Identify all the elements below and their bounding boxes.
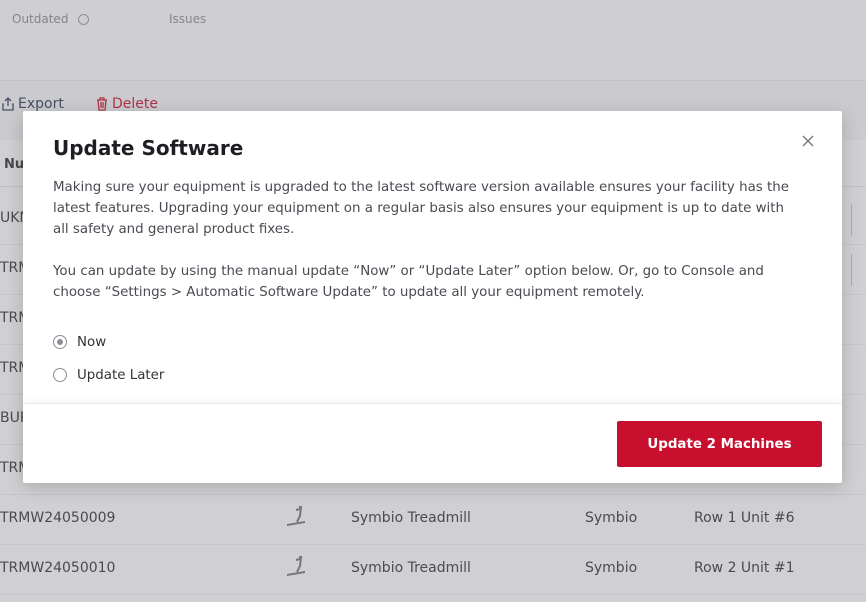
update-software-modal: Update Software Making sure your equipme… xyxy=(23,111,842,483)
modal-title: Update Software xyxy=(53,136,244,160)
radio-button-checked[interactable] xyxy=(53,335,67,349)
radio-label-update-later: Update Later xyxy=(77,367,165,383)
radio-button-unchecked[interactable] xyxy=(53,368,67,382)
update-timing-radio-group: Now Update Later xyxy=(53,332,164,398)
close-icon xyxy=(802,135,814,147)
modal-paragraph-1: Making sure your equipment is upgraded t… xyxy=(53,180,789,237)
radio-option-update-later[interactable]: Update Later xyxy=(53,365,164,385)
close-button[interactable] xyxy=(800,133,816,149)
radio-label-now: Now xyxy=(77,334,107,350)
update-machines-button[interactable]: Update 2 Machines xyxy=(617,421,822,467)
modal-paragraph-2: You can update by using the manual updat… xyxy=(53,264,764,300)
modal-footer: Update 2 Machines xyxy=(23,403,842,484)
radio-option-now[interactable]: Now xyxy=(53,332,164,352)
modal-body: Making sure your equipment is upgraded t… xyxy=(53,177,793,324)
